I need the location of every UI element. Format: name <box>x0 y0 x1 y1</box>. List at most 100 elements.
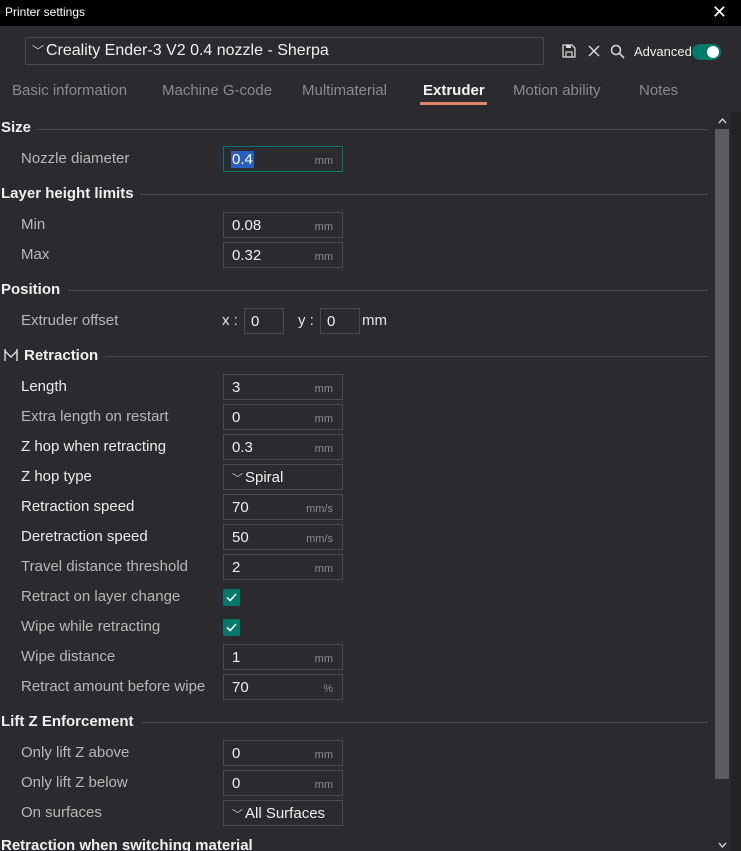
max-label: Max <box>21 246 50 263</box>
retraction-speed-value: 70 <box>232 499 249 516</box>
lift-z-above-value: 0 <box>232 745 241 762</box>
unit-label: mm <box>314 779 333 791</box>
retraction-speed-input[interactable]: 70 mm/s <box>223 494 343 520</box>
extra-length-value: 0 <box>232 409 241 426</box>
wipe-distance-input[interactable]: 1 mm <box>223 644 343 670</box>
unit-label: mm <box>314 749 333 761</box>
scroll-down-icon[interactable] <box>718 840 727 849</box>
chevron-down-icon: ﹀ <box>232 473 243 485</box>
y-label: y : <box>298 312 314 329</box>
advanced-label: Advanced <box>634 44 692 59</box>
lift-z-below-value: 0 <box>232 775 241 792</box>
preset-dropdown[interactable]: ﹀ Creality Ender-3 V2 0.4 nozzle - Sherpa <box>25 37 544 65</box>
delete-icon[interactable] <box>587 44 603 60</box>
tab-notes[interactable]: Notes <box>639 82 678 99</box>
check-icon <box>226 623 237 632</box>
settings-panel: Size Nozzle diameter 0.4 mm Layer height… <box>0 112 712 851</box>
retract-before-wipe-value: 70 <box>232 679 249 696</box>
travel-threshold-value: 2 <box>232 559 241 576</box>
unit-label: mm <box>314 443 333 455</box>
nozzle-diameter-input[interactable]: 0.4 mm <box>223 146 343 172</box>
z-hop-type-label: Z hop type <box>21 468 92 485</box>
search-icon[interactable] <box>610 44 626 60</box>
save-icon[interactable] <box>562 44 578 60</box>
scroll-up-icon[interactable] <box>718 116 727 125</box>
nozzle-diameter-label: Nozzle diameter <box>21 150 130 167</box>
wipe-distance-label: Wipe distance <box>21 648 116 665</box>
tab-multimaterial[interactable]: Multimaterial <box>302 82 387 99</box>
unit-label: mm <box>314 653 333 665</box>
title-bar: Printer settings ✕ <box>0 0 741 26</box>
scrollbar-thumb[interactable] <box>715 129 729 779</box>
on-surfaces-label: On surfaces <box>21 804 102 821</box>
z-hop-value: 0.3 <box>232 439 253 456</box>
z-hop-type-value: Spiral <box>245 469 284 486</box>
retract-before-wipe-input[interactable]: 70 % <box>223 674 343 700</box>
tab-basic-information[interactable]: Basic information <box>12 82 127 99</box>
advanced-toggle[interactable] <box>692 44 721 60</box>
length-value: 3 <box>232 379 241 396</box>
on-surfaces-select[interactable]: ﹀ All Surfaces <box>223 800 343 826</box>
max-layer-height-input[interactable]: 0.32 mm <box>223 242 343 268</box>
z-hop-label: Z hop when retracting <box>21 438 167 455</box>
retraction-length-input[interactable]: 3 mm <box>223 374 343 400</box>
extra-length-input[interactable]: 0 mm <box>223 404 343 430</box>
unit-label: mm <box>314 251 333 263</box>
retract-layer-change-checkbox[interactable] <box>223 589 240 606</box>
active-tab-indicator <box>420 102 487 105</box>
lift-z-above-label: Only lift Z above <box>21 744 130 761</box>
chevron-down-icon: ﹀ <box>232 809 243 821</box>
section-divider <box>142 722 708 723</box>
lift-z-above-input[interactable]: 0 mm <box>223 740 343 766</box>
tab-machine-gcode[interactable]: Machine G-code <box>162 82 272 99</box>
section-divider <box>105 356 708 357</box>
wipe-retracting-checkbox[interactable] <box>223 619 240 636</box>
section-lift-z-enforcement: Lift Z Enforcement <box>1 713 134 730</box>
tab-motion-ability[interactable]: Motion ability <box>513 82 601 99</box>
min-layer-height-input[interactable]: 0.08 mm <box>223 212 343 238</box>
deretraction-speed-value: 50 <box>232 529 249 546</box>
max-value: 0.32 <box>232 247 262 264</box>
toolbar: ﹀ Creality Ender-3 V2 0.4 nozzle - Sherpa… <box>0 26 741 76</box>
offset-y-input[interactable]: 0 <box>320 308 360 334</box>
background-edge <box>731 112 741 851</box>
unit-label: mm/s <box>306 503 333 515</box>
retract-layer-change-label: Retract on layer change <box>21 588 181 605</box>
scrollbar[interactable] <box>713 112 731 851</box>
travel-threshold-input[interactable]: 2 mm <box>223 554 343 580</box>
x-label: x : <box>222 312 238 329</box>
on-surfaces-value: All Surfaces <box>245 805 326 822</box>
lift-z-below-label: Only lift Z below <box>21 774 128 791</box>
retract-before-wipe-label: Retract amount before wipe <box>21 678 206 695</box>
check-icon <box>226 593 237 602</box>
offset-unit: mm <box>362 312 387 329</box>
section-divider <box>140 194 708 195</box>
min-label: Min <box>21 216 46 233</box>
extra-length-label: Extra length on restart <box>21 408 169 425</box>
preset-name: Creality Ender-3 V2 0.4 nozzle - Sherpa <box>46 42 329 59</box>
window-title: Printer settings <box>5 5 86 19</box>
section-divider <box>68 290 708 291</box>
toggle-knob <box>707 46 719 58</box>
tab-bar: Basic information Machine G-code Multima… <box>0 76 741 108</box>
unit-label: mm <box>314 413 333 425</box>
extruder-offset-label: Extruder offset <box>21 312 119 329</box>
deretraction-speed-label: Deretraction speed <box>21 528 148 545</box>
deretraction-speed-input[interactable]: 50 mm/s <box>223 524 343 550</box>
offset-x-value: 0 <box>251 313 260 330</box>
nozzle-diameter-value: 0.4 <box>231 151 254 168</box>
close-icon[interactable]: ✕ <box>712 1 727 23</box>
unit-label: % <box>323 683 333 695</box>
unit-label: mm <box>314 563 333 575</box>
unit-label: mm <box>314 221 333 233</box>
offset-y-value: 0 <box>327 313 336 330</box>
tab-extruder[interactable]: Extruder <box>423 82 485 99</box>
section-position: Position <box>1 281 61 298</box>
unit-label: mm <box>314 155 333 167</box>
unit-label: mm/s <box>306 533 333 545</box>
offset-x-input[interactable]: 0 <box>244 308 284 334</box>
lift-z-below-input[interactable]: 0 mm <box>223 770 343 796</box>
z-hop-input[interactable]: 0.3 mm <box>223 434 343 460</box>
z-hop-type-select[interactable]: ﹀ Spiral <box>223 464 343 490</box>
section-retraction: Retraction <box>24 347 99 364</box>
